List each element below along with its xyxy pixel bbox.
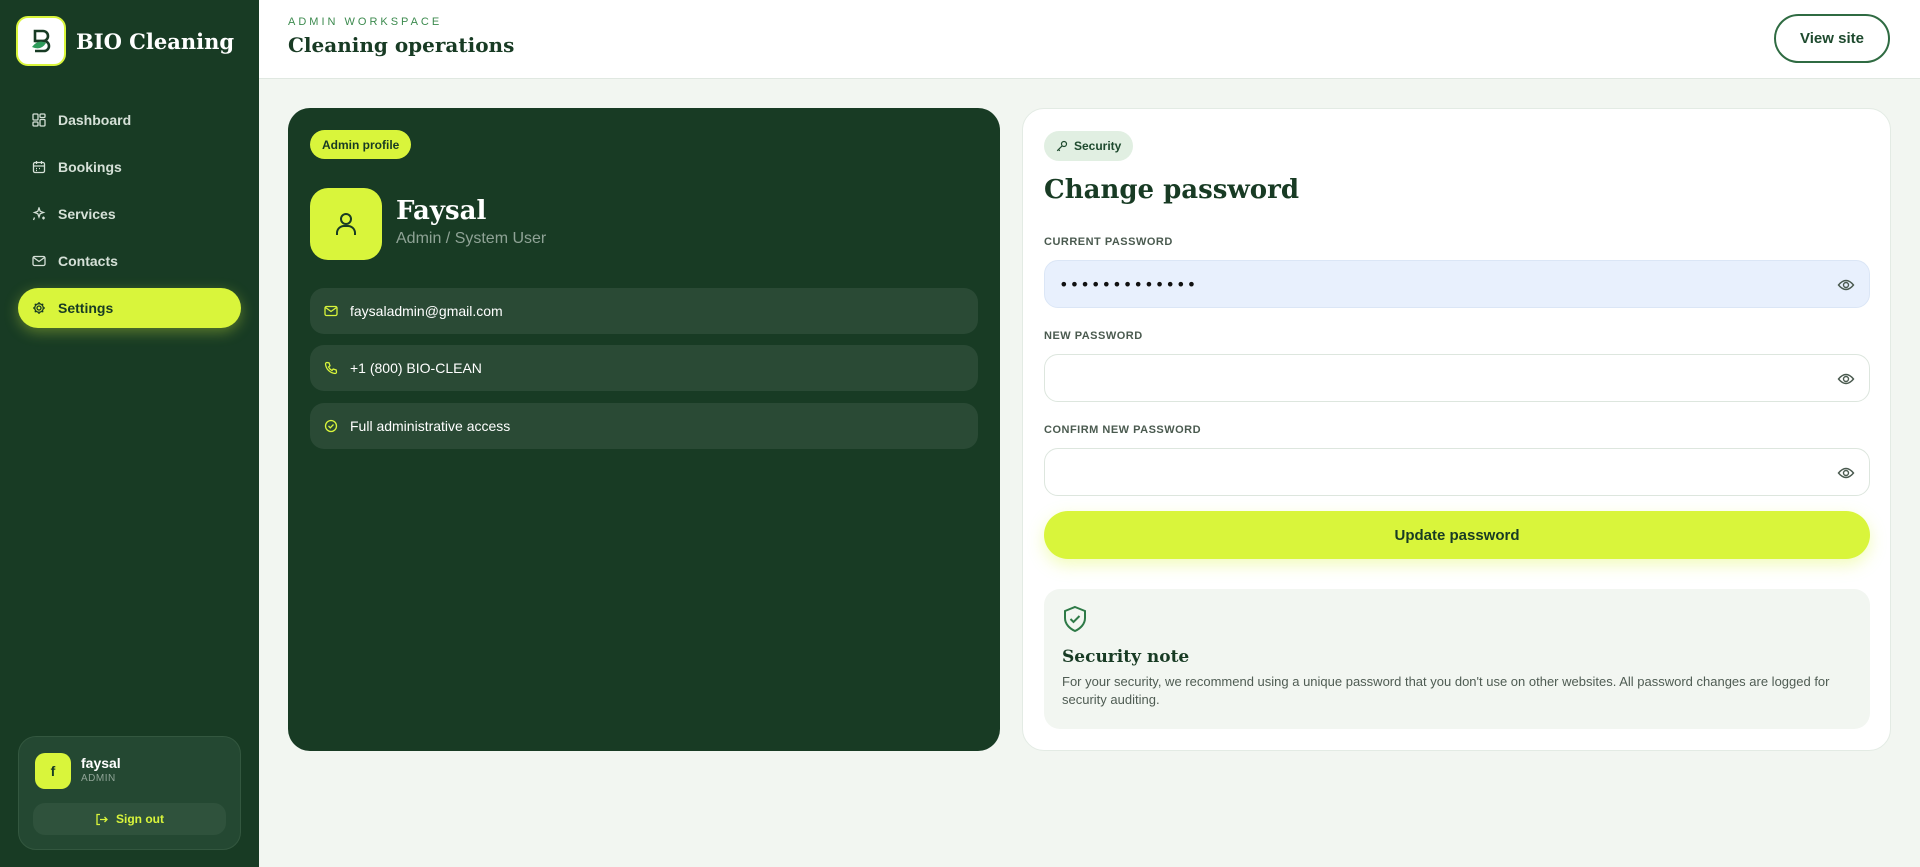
profile-access: Full administrative access <box>350 418 511 434</box>
mail-icon <box>324 305 338 317</box>
confirm-password-field <box>1044 448 1870 496</box>
profile-email-row: faysaladmin@gmail.com <box>310 288 978 334</box>
sidebar-item-label: Settings <box>58 300 114 316</box>
profile-role: Admin / System User <box>396 230 547 247</box>
brand-name: BIO Cleaning <box>76 28 235 54</box>
avatar: f <box>35 753 71 789</box>
new-password-input[interactable] <box>1045 355 1815 401</box>
user-card: f faysal ADMIN Sign out <box>18 736 241 850</box>
sidebar-item-dashboard[interactable]: Dashboard <box>18 100 241 140</box>
page-title: Cleaning operations <box>288 33 515 57</box>
sidebar-item-bookings[interactable]: Bookings <box>18 147 241 187</box>
profile-email: faysaladmin@gmail.com <box>350 303 503 319</box>
security-note: Security note For your security, we reco… <box>1044 589 1870 729</box>
security-note-title: Security note <box>1062 647 1190 667</box>
sidebar-nav: Dashboard Bookings Services Contacts Set… <box>18 100 241 335</box>
top-header: ADMIN WORKSPACE Cleaning operations View… <box>259 0 1920 79</box>
brand[interactable]: BIO Cleaning <box>16 16 234 66</box>
sparkles-icon <box>32 207 46 221</box>
change-password-title: Change password <box>1044 175 1300 205</box>
new-password-field <box>1044 354 1870 402</box>
brand-logo-icon <box>16 16 66 66</box>
sidebar: BIO Cleaning Dashboard Bookings Services <box>0 0 259 867</box>
confirm-password-label: CONFIRM NEW PASSWORD <box>1044 424 1202 436</box>
sign-out-icon <box>96 813 108 825</box>
admin-profile-card: Admin profile Faysal Admin / System User… <box>288 108 1000 751</box>
sidebar-item-services[interactable]: Services <box>18 194 241 234</box>
current-password-field <box>1044 260 1870 308</box>
eye-icon[interactable] <box>1837 370 1855 388</box>
view-site-button[interactable]: View site <box>1774 14 1890 63</box>
profile-avatar <box>310 188 382 260</box>
sidebar-item-label: Dashboard <box>58 112 132 128</box>
sign-out-button[interactable]: Sign out <box>33 803 226 835</box>
sidebar-item-label: Services <box>58 206 116 222</box>
dashboard-icon <box>32 113 46 127</box>
mail-icon <box>32 255 46 267</box>
profile-phone-row: +1 (800) BIO-CLEAN <box>310 345 978 391</box>
profile-access-row: Full administrative access <box>310 403 978 449</box>
update-password-button[interactable]: Update password <box>1044 511 1870 559</box>
user-name: faysal <box>81 755 121 771</box>
phone-icon <box>324 361 338 375</box>
sign-out-label: Sign out <box>116 812 164 826</box>
sidebar-item-contacts[interactable]: Contacts <box>18 241 241 281</box>
profile-name: Faysal <box>396 196 487 226</box>
change-password-card: Security Change password CURRENT PASSWOR… <box>1022 108 1891 751</box>
user-icon <box>336 213 356 235</box>
sidebar-item-label: Bookings <box>58 159 122 175</box>
current-password-input[interactable] <box>1045 261 1815 307</box>
calendar-icon <box>32 161 46 174</box>
admin-profile-badge: Admin profile <box>310 130 412 159</box>
header-eyebrow: ADMIN WORKSPACE <box>288 16 443 28</box>
key-icon <box>1056 140 1068 152</box>
check-circle-icon <box>324 419 338 433</box>
user-role: ADMIN <box>81 773 116 784</box>
shield-check-icon <box>1064 605 1086 633</box>
current-password-label: CURRENT PASSWORD <box>1044 236 1173 248</box>
profile-phone: +1 (800) BIO-CLEAN <box>350 360 482 376</box>
eye-icon[interactable] <box>1837 276 1855 294</box>
eye-icon[interactable] <box>1837 464 1855 482</box>
security-note-text: For your security, we recommend using a … <box>1062 674 1830 707</box>
gear-icon <box>33 302 45 314</box>
security-badge: Security <box>1044 131 1134 161</box>
new-password-label: NEW PASSWORD <box>1044 330 1143 342</box>
sidebar-item-settings[interactable]: Settings <box>18 288 241 328</box>
confirm-password-input[interactable] <box>1045 449 1815 495</box>
security-badge-label: Security <box>1074 139 1122 153</box>
sidebar-item-label: Contacts <box>58 253 118 269</box>
